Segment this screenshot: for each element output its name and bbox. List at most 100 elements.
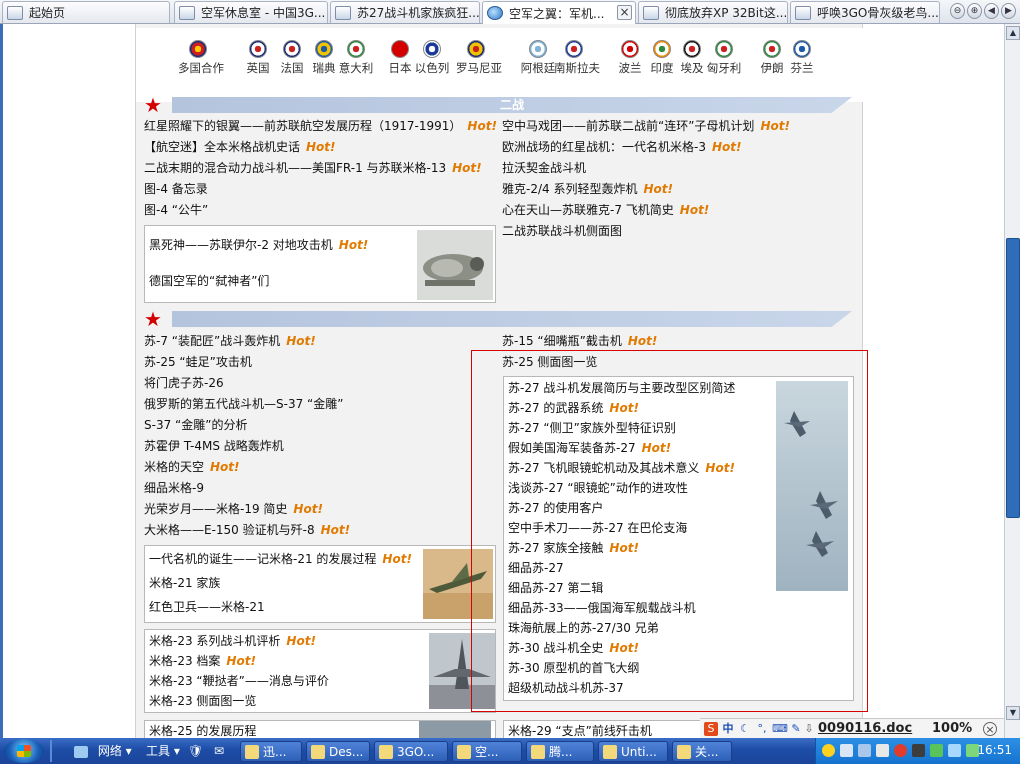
flag-6[interactable]: 以色列 xyxy=(412,40,452,76)
zoom-out-icon[interactable]: ⊖ xyxy=(950,3,965,19)
network-toolbar[interactable]: 网络 ▾ xyxy=(74,741,132,762)
article-link[interactable]: 苏霍伊 T-4MS 战略轰炸机 xyxy=(144,437,284,455)
scroll-up-arrow-icon[interactable]: ▲ xyxy=(1006,26,1020,40)
ime-keyboard-icon[interactable]: ⌨ xyxy=(772,722,788,736)
hot-badge: Hot! xyxy=(382,552,412,566)
article-link[interactable]: 米格-29 “支点”前线歼击机 xyxy=(508,722,652,738)
taskbar-window-button[interactable]: 关... xyxy=(672,741,732,762)
ime-moon-icon[interactable]: ☾ xyxy=(738,722,752,736)
taskbar-window-button[interactable]: 3GO... xyxy=(374,741,448,762)
flag-15[interactable]: 芬兰 xyxy=(782,40,822,76)
tab-3go-veteran[interactable]: 呼唤3GO骨灰级老鸟... xyxy=(790,1,940,23)
article-title: S-37 “金雕”的分析 xyxy=(144,418,248,432)
mig25-aircraft-photo[interactable] xyxy=(419,721,491,738)
ime-chinese-icon[interactable]: 中 xyxy=(721,722,735,736)
article-link[interactable]: 红色卫兵——米格-21 xyxy=(149,598,265,616)
window-label: Unti... xyxy=(621,745,657,759)
article-link[interactable]: 米格-25 的发展历程 xyxy=(149,722,256,738)
tray-keyboard-icon[interactable] xyxy=(876,744,889,757)
article-link[interactable]: 米格-23 “鞭挞者”——消息与评价 xyxy=(149,672,329,690)
close-download-icon[interactable]: × xyxy=(983,722,997,736)
flag-13[interactable]: 匈牙利 xyxy=(704,40,744,76)
article-link[interactable]: 细品米格-9 xyxy=(144,479,204,497)
article-link[interactable]: S-37 “金雕”的分析 xyxy=(144,416,247,434)
hot-badge: Hot! xyxy=(338,238,369,252)
article-link[interactable]: 拉沃契金战斗机 xyxy=(502,159,586,177)
flag-0[interactable]: 多国合作 xyxy=(178,40,224,76)
vertical-scrollbar[interactable]: ▲ ▼ xyxy=(1004,24,1020,738)
roundel-icon xyxy=(653,40,671,58)
flag-8[interactable]: 阿根廷 xyxy=(518,40,558,76)
tray-network-icon[interactable] xyxy=(858,744,871,757)
tools-label: 工具 xyxy=(146,744,171,758)
qq-tray-icon[interactable] xyxy=(822,744,835,757)
article-link[interactable]: 雅克-2/4 系列轻型轰炸机 Hot! xyxy=(502,180,673,198)
article-title: 二战末期的混合动力战斗机——美国FR-1 与苏联米格-13 xyxy=(144,161,447,175)
page-icon xyxy=(7,5,23,20)
ime-s-icon[interactable]: S xyxy=(704,722,718,736)
article-link[interactable]: 米格-23 系列战斗机评析 Hot! xyxy=(149,632,316,650)
article-link[interactable]: 米格-21 家族 xyxy=(149,574,220,592)
tab-airforce-wings[interactable]: 空军之翼：军机... × xyxy=(482,1,636,24)
start-button[interactable] xyxy=(4,739,44,763)
article-link[interactable]: 图-4 “公牛” xyxy=(144,201,208,219)
tools-toolbar[interactable]: 工具 ▾ xyxy=(146,741,180,762)
zoom-level[interactable]: 100% xyxy=(932,721,972,736)
scroll-down-arrow-icon[interactable]: ▼ xyxy=(1006,706,1020,720)
article-link[interactable]: 将门虎子苏-26 xyxy=(144,374,224,392)
article-link[interactable]: 米格的天空 Hot! xyxy=(144,458,240,476)
article-link[interactable]: 德国空军的“弑神者”们 xyxy=(149,272,269,290)
article-link[interactable]: 光荣岁月——米格-19 简史 Hot! xyxy=(144,500,323,518)
forward-tab-icon[interactable]: ▶ xyxy=(1001,3,1016,19)
tab-xp-32bit[interactable]: 彻底放弃XP 32Bit这... xyxy=(638,1,788,23)
article-link[interactable]: 苏-15 “细嘴瓶”截击机 Hot! xyxy=(502,332,657,350)
taskbar-chat-icon[interactable]: ✉ xyxy=(214,741,224,762)
tab-start-page[interactable]: 起始页 xyxy=(2,1,170,23)
close-tab-icon[interactable]: × xyxy=(617,5,632,20)
article-link[interactable]: 苏-7 “装配匠”战斗轰炸机 Hot! xyxy=(144,332,316,350)
ime-punct-icon[interactable]: °, xyxy=(755,722,769,736)
article-link[interactable]: 俄罗斯的第五代战斗机—S-37 “金雕” xyxy=(144,395,343,413)
article-link[interactable]: 大米格——E-150 验证机与歼-8 Hot! xyxy=(144,521,350,539)
tray-volume-icon[interactable] xyxy=(948,744,961,757)
taskbar-shield-icon[interactable]: 🛡 xyxy=(188,741,203,762)
page-viewport: 多国合作 英国 法国 瑞典 意大利 日本 以色列 罗马尼亚 阿根廷 南斯拉夫 波兰 印度 埃及 匈牙利 伊朗… xyxy=(0,24,1004,738)
taskbar-window-button[interactable]: 腾... xyxy=(526,741,594,762)
scroll-thumb[interactable] xyxy=(1006,238,1020,518)
ime-settings-icon[interactable]: ✎ xyxy=(789,722,803,736)
download-filename[interactable]: 0090116.doc xyxy=(818,721,912,736)
tab-su27-family[interactable]: 苏27战斗机家族疯狂... xyxy=(330,1,480,23)
article-link[interactable]: 图-4 备忘录 xyxy=(144,180,208,198)
flag-label: 阿根廷 xyxy=(520,61,556,75)
flag-4[interactable]: 意大利 xyxy=(336,40,376,76)
article-link[interactable]: 欧洲战场的红星战机：一代名机米格-3 Hot! xyxy=(502,138,741,156)
tray-monitor-icon[interactable] xyxy=(912,744,925,757)
article-link[interactable]: 米格-23 侧面图一览 xyxy=(149,692,256,710)
roundel-icon xyxy=(715,40,733,58)
article-title: 一代名机的诞生——记米格-21 的发展过程 xyxy=(149,552,377,566)
article-link[interactable]: 黑死神——苏联伊尔-2 对地攻击机 Hot! xyxy=(149,236,368,254)
article-link[interactable]: 米格-23 档案 Hot! xyxy=(149,652,256,670)
taskbar-window-button[interactable]: Unti... xyxy=(598,741,668,762)
il2-aircraft-photo[interactable] xyxy=(417,230,493,300)
zoom-in-icon[interactable]: ⊕ xyxy=(967,3,982,19)
taskbar-window-button[interactable]: 空... xyxy=(452,741,522,762)
article-link[interactable]: 苏-25 “蛙足”攻击机 xyxy=(144,353,252,371)
article-link[interactable]: 空中马戏团——前苏联二战前“连环”子母机计划 Hot! xyxy=(502,117,790,135)
article-link[interactable]: 二战末期的混合动力战斗机——美国FR-1 与苏联米格-13 Hot! xyxy=(144,159,482,177)
tray-security-icon[interactable] xyxy=(894,744,907,757)
taskbar-window-button[interactable]: 迅... xyxy=(240,741,302,762)
back-tab-icon[interactable]: ◀ xyxy=(984,3,999,19)
article-link[interactable]: 红星照耀下的银翼——前苏联航空发展历程（1917-1991） Hot! xyxy=(144,117,497,135)
article-link[interactable]: 二战苏联战斗机侧面图 xyxy=(502,222,622,240)
flag-9[interactable]: 南斯拉夫 xyxy=(554,40,600,76)
taskbar-window-button[interactable]: Des... xyxy=(306,741,370,762)
tray-app-icon[interactable] xyxy=(840,744,853,757)
download-icon[interactable]: ⇩ xyxy=(802,722,816,736)
article-link[interactable]: 【航空迷】全本米格战机史话 Hot! xyxy=(144,138,336,156)
article-link[interactable]: 心在天山—苏联雅克-7 飞机简史 Hot! xyxy=(502,201,709,219)
article-link[interactable]: 一代名机的诞生——记米格-21 的发展过程 Hot! xyxy=(149,550,412,568)
tray-battery-icon[interactable] xyxy=(930,744,943,757)
tab-airforce-lounge[interactable]: 空军休息室 - 中国3G... xyxy=(174,1,328,23)
flag-7[interactable]: 罗马尼亚 xyxy=(456,40,502,76)
